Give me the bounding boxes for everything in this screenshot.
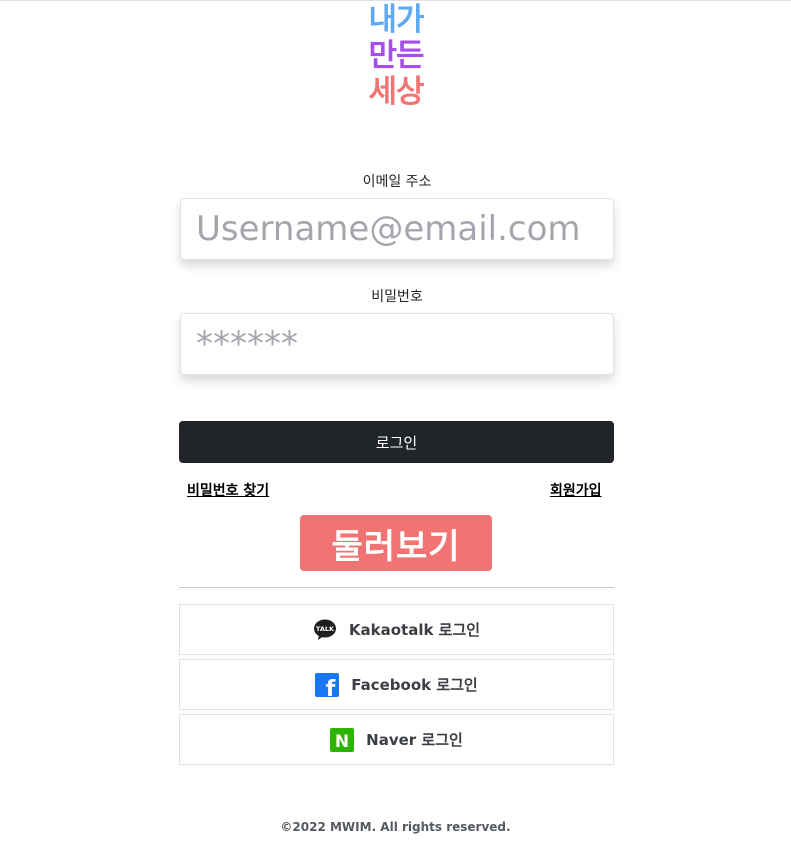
- app-logo: 내가 만든 세상: [360, 2, 432, 110]
- logo-line-3: 세상: [368, 74, 424, 110]
- logo-line-1: 내가: [368, 2, 424, 38]
- facebook-icon: f: [315, 672, 340, 697]
- email-label: 이메일 주소: [362, 174, 432, 190]
- naver-login-label: Naver 로그인: [366, 731, 463, 749]
- kakaotalk-icon-text: TALK: [316, 624, 335, 632]
- logo-line-2: 만든: [368, 38, 424, 74]
- kakaotalk-login-label: Kakaotalk 로그인: [348, 621, 481, 639]
- naver-icon-text: N: [335, 732, 349, 752]
- top-border: [0, 0, 791, 1]
- facebook-icon-text: f: [326, 677, 336, 697]
- facebook-login-button[interactable]: f Facebook 로그인: [179, 659, 614, 710]
- kakaotalk-login-button[interactable]: TALK Kakaotalk 로그인: [179, 604, 614, 655]
- email-field[interactable]: [180, 198, 614, 260]
- signup-link[interactable]: 회원가입: [550, 480, 602, 500]
- login-button[interactable]: 로그인: [179, 421, 614, 463]
- footer-copyright: ©2022 MWIM. All rights reserved.: [280, 820, 511, 834]
- kakaotalk-icon: TALK: [313, 619, 336, 640]
- find-password-link[interactable]: 비밀번호 찾기: [187, 480, 269, 500]
- browse-button[interactable]: 둘러보기: [300, 515, 492, 571]
- facebook-login-label: Facebook 로그인: [351, 676, 478, 694]
- password-label: 비밀번호: [371, 289, 423, 305]
- naver-login-button[interactable]: N Naver 로그인: [179, 714, 614, 765]
- naver-icon: N: [330, 727, 355, 752]
- divider: [179, 587, 614, 588]
- password-field[interactable]: [180, 313, 614, 375]
